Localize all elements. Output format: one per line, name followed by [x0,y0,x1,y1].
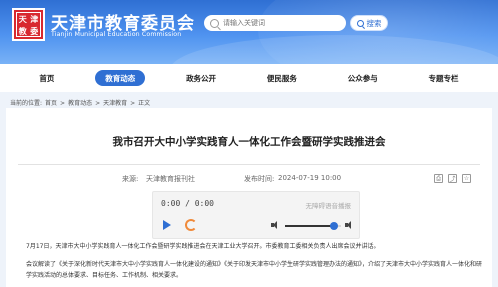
breadcrumb-prefix: 当前的位置: [10,100,43,107]
site-logo[interactable]: 天 津 教 委 [12,8,45,41]
play-button[interactable] [161,219,173,231]
site-header: 天 津 教 委 天津市教育委员会 Tianjin Municipal Educa… [0,0,498,64]
logo-char: 教 [18,26,27,36]
source-value: 天津教育报刊社 [146,175,195,183]
nav-item-special-topics[interactable]: 专题专栏 [419,70,469,86]
search-button-label: 搜索 [366,18,382,28]
article-paragraph: 7月17日，天津市大中小学实践育人一体化工作会暨研学实践推进会在天津工业大学召开… [26,243,380,250]
accessibility-audio-hint: 无障碍语音播报 [305,202,352,210]
search-icon [356,19,364,27]
print-icon[interactable]: ⎙ [434,174,443,183]
volume-min-icon[interactable] [271,221,280,229]
breadcrumb-link[interactable]: 教育动态 [68,100,92,107]
logo-char: 委 [30,26,39,36]
logo-seal: 天 津 教 委 [16,12,41,37]
audio-player: 0:00 / 0:00 无障碍语音播报 [152,191,360,239]
article-paragraph: 会议解读了《关于深化新时代天津市大中小学实践育人一体化建设的通知》《关于印发天津… [26,261,483,279]
nav-item-public-participation[interactable]: 公众参与 [338,70,388,86]
breadcrumb-link[interactable]: 天津教育 [103,100,127,107]
share-icon[interactable]: ⤴ [448,174,457,183]
breadcrumb-separator: > [95,100,101,107]
main-nav: 首页 教育动态 政务公开 便民服务 公众参与 专题专栏 [0,64,498,92]
search-icon [210,18,219,28]
date-value: 2024-07-19 10:00 [278,174,342,182]
title-divider [18,164,480,165]
favorite-icon[interactable]: ☆ [462,174,471,183]
breadcrumb-link[interactable]: 首页 [45,100,57,107]
nav-item-public-services[interactable]: 便民服务 [257,70,307,86]
logo-char: 津 [30,14,39,24]
article-panel: 我市召开大中小学实践育人一体化工作会暨研学实践推进会 来源: 天津教育报刊社 发… [6,108,492,287]
search-input[interactable] [223,19,338,27]
nav-item-education-news[interactable]: 教育动态 [95,70,146,86]
nav-item-home[interactable]: 首页 [29,70,64,86]
search-field[interactable] [204,15,346,31]
loop-button[interactable] [185,219,197,231]
site-subtitle: Tianjin Municipal Education Commission [51,31,182,38]
search-button[interactable]: 搜索 [350,15,388,31]
source-label: 来源: [122,175,139,183]
nav-item-government-affairs[interactable]: 政务公开 [176,70,226,86]
volume-fill [285,225,335,227]
logo-char: 天 [18,14,27,24]
date-label: 发布时间: [244,175,275,183]
volume-knob[interactable] [330,222,339,230]
breadcrumb-separator: > [60,100,66,107]
breadcrumb-current: 正文 [138,100,151,107]
audio-time: 0:00 / 0:00 [161,199,214,208]
breadcrumb-separator: > [130,100,136,107]
breadcrumb: 当前的位置: 首页 > 教育动态 > 天津教育 > 正文 [10,98,153,107]
article-title: 我市召开大中小学实践育人一体化工作会暨研学实践推进会 [112,136,386,148]
volume-slider[interactable] [285,222,341,230]
volume-max-icon[interactable] [345,221,355,229]
